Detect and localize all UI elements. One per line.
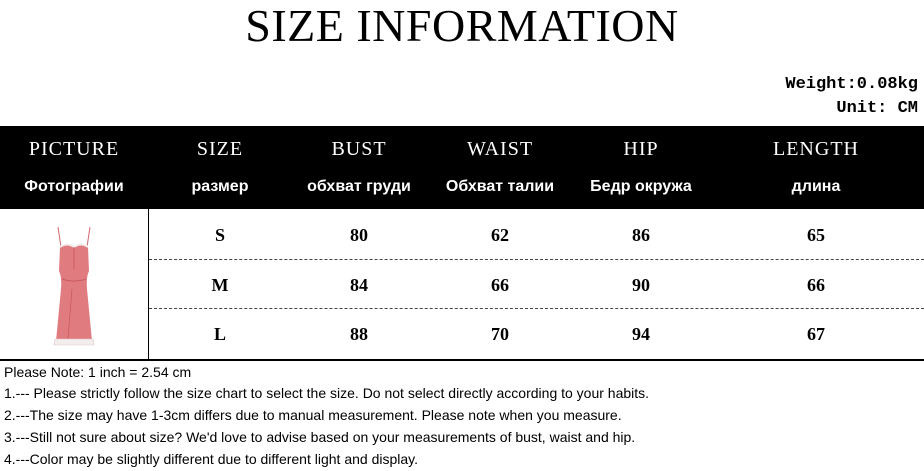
note-item: 3.---Still not sure about size? We'd lov… <box>4 429 636 445</box>
header-bust-ru: обхват груди <box>307 178 411 195</box>
page-title: SIZE INFORMATION <box>245 0 679 51</box>
table-header: PICTURE SIZE BUST WAIST HIP LENGTH Фотог… <box>0 126 924 209</box>
cell-bust: 88 <box>350 324 368 344</box>
cell-size: M <box>211 275 229 295</box>
table-bottom-border <box>0 359 924 361</box>
header-hip-ru: Бедр окружа <box>590 178 692 195</box>
cell-hip: 94 <box>632 324 650 344</box>
table-row: S 80 62 86 65 <box>149 210 924 260</box>
weight-label: Weight:0.08kg <box>785 75 918 94</box>
cell-length: 65 <box>807 225 825 245</box>
header-picture: PICTURE <box>28 138 120 160</box>
cell-length: 66 <box>807 275 825 295</box>
cell-hip: 90 <box>632 275 650 295</box>
dress-image <box>53 226 95 346</box>
cell-waist: 66 <box>491 275 509 295</box>
header-length-ru: длина <box>791 178 841 195</box>
header-picture-ru: Фотографии <box>24 178 124 195</box>
cell-length: 67 <box>807 324 825 344</box>
note-item: 4.---Color may be slightly different due… <box>4 451 418 467</box>
note-item: 2.---The size may have 1-3cm differs due… <box>4 407 622 423</box>
header-size: SIZE <box>196 138 244 160</box>
cell-hip: 86 <box>632 225 650 245</box>
header-bust: BUST <box>331 138 387 160</box>
product-picture-cell <box>0 209 149 359</box>
header-hip: HIP <box>623 138 659 160</box>
notes-section: Please Note: 1 inch = 2.54 cm 1.--- Plea… <box>4 362 649 470</box>
table-row: L 88 70 94 67 <box>149 309 924 359</box>
header-size-ru: размер <box>191 178 249 195</box>
unit-label: Unit: CM <box>836 99 918 118</box>
note-item: 1.--- Please strictly follow the size ch… <box>4 385 650 401</box>
cell-size: S <box>214 225 225 245</box>
cell-bust: 80 <box>350 225 368 245</box>
cell-waist: 70 <box>491 324 509 344</box>
header-waist: WAIST <box>466 138 534 160</box>
header-waist-ru: Обхват талии <box>445 178 555 195</box>
note-conversion: Please Note: 1 inch = 2.54 cm <box>4 364 192 380</box>
table-row: M 84 66 90 66 <box>149 260 924 310</box>
cell-size: L <box>213 324 226 344</box>
header-length: LENGTH <box>773 138 859 160</box>
cell-waist: 62 <box>491 225 509 245</box>
cell-bust: 84 <box>350 275 368 295</box>
